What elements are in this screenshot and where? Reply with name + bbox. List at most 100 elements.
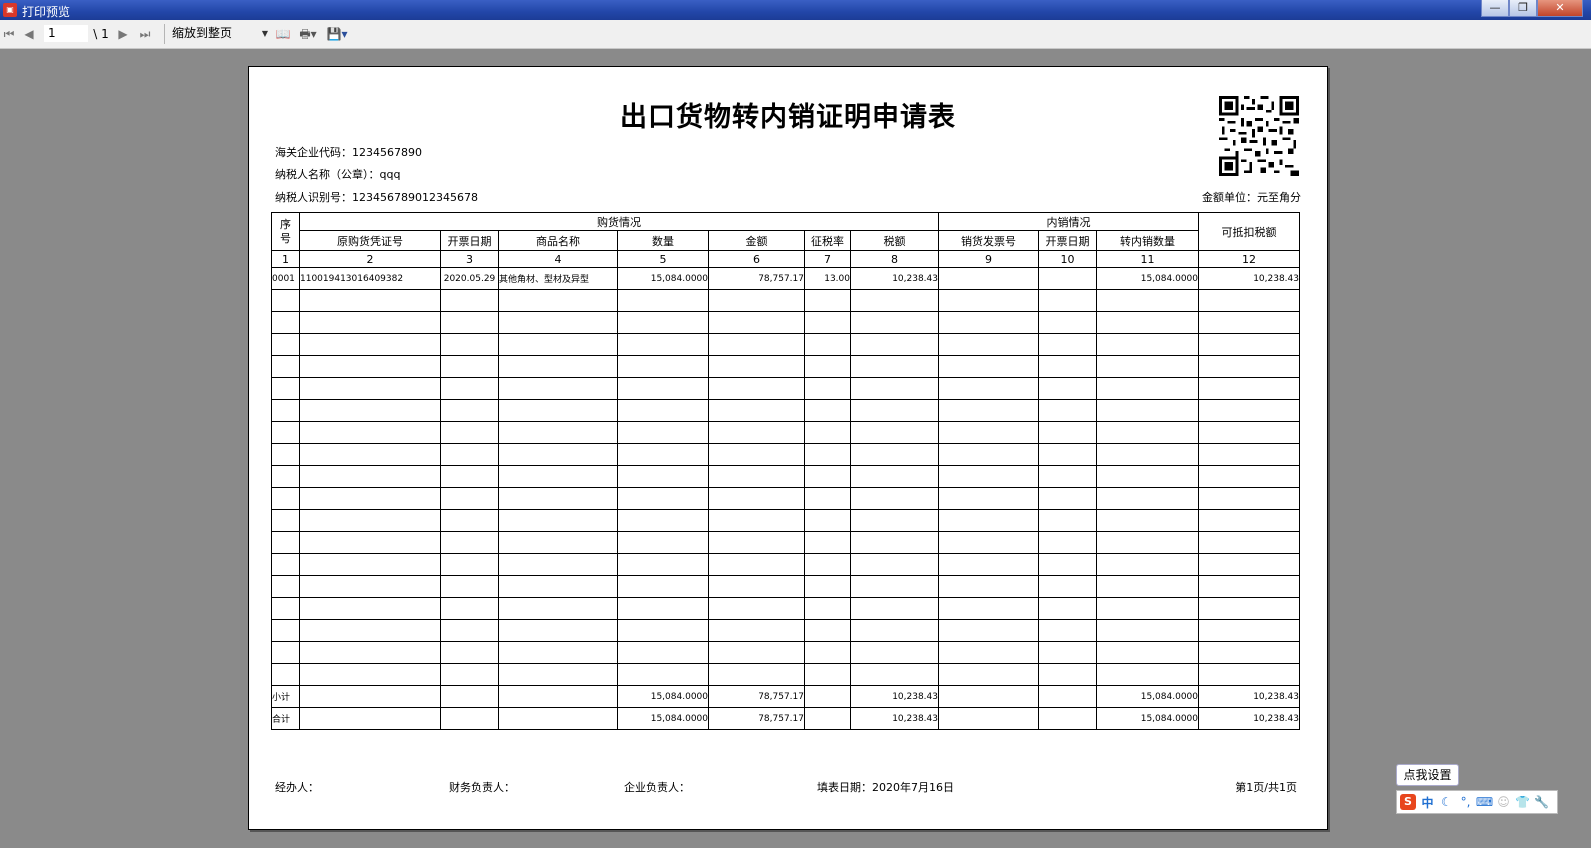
table-cell bbox=[617, 443, 709, 466]
table-cell bbox=[299, 399, 441, 422]
table-cell bbox=[938, 509, 1039, 532]
first-page-icon[interactable]: ⏮ bbox=[2, 25, 16, 43]
table-cell bbox=[1038, 377, 1097, 400]
table-cell bbox=[850, 531, 939, 554]
table-cell bbox=[498, 531, 618, 554]
table-cell bbox=[938, 707, 1039, 730]
ime-settings-tooltip[interactable]: 点我设置 bbox=[1396, 764, 1459, 786]
table-cell bbox=[804, 619, 851, 642]
table-cell bbox=[938, 597, 1039, 620]
table-cell bbox=[804, 575, 851, 598]
keyboard-icon[interactable]: ⌨ bbox=[1475, 795, 1494, 809]
table-cell bbox=[299, 663, 441, 686]
manager-label: 企业负责人： bbox=[624, 781, 690, 794]
table-row-empty bbox=[271, 597, 1300, 620]
page-number-input[interactable]: 1 bbox=[44, 25, 88, 42]
table-cell bbox=[617, 377, 709, 400]
user-icon[interactable]: ☺ bbox=[1494, 795, 1513, 809]
table-cell bbox=[1096, 289, 1199, 312]
punctuation-icon[interactable]: °, bbox=[1456, 795, 1475, 809]
table-cell bbox=[271, 509, 300, 532]
table-cell bbox=[299, 421, 441, 444]
minimize-button[interactable]: — bbox=[1481, 0, 1509, 17]
table-cell bbox=[1096, 619, 1199, 642]
restore-button[interactable]: ❐ bbox=[1509, 0, 1537, 17]
book-icon[interactable]: 📖 bbox=[274, 25, 292, 43]
table-cell bbox=[617, 575, 709, 598]
table-row-empty bbox=[271, 487, 1300, 510]
table-cell bbox=[617, 399, 709, 422]
table-cell bbox=[1096, 531, 1199, 554]
table-cell bbox=[617, 553, 709, 576]
table-cell bbox=[1096, 465, 1199, 488]
table-row-empty bbox=[271, 619, 1300, 642]
ime-logo-icon[interactable]: S bbox=[1400, 794, 1416, 810]
table-cell bbox=[271, 465, 300, 488]
table-row-empty bbox=[271, 399, 1300, 422]
page-title: 出口货物转内销证明申请表 bbox=[620, 102, 956, 133]
table-cell bbox=[1198, 597, 1300, 620]
table-cell bbox=[498, 509, 618, 532]
table-cell bbox=[271, 443, 300, 466]
table-cell bbox=[708, 663, 805, 686]
column-header: 销货发票号 bbox=[938, 230, 1039, 251]
table-cell bbox=[804, 311, 851, 334]
table-cell bbox=[1198, 289, 1300, 312]
table-cell bbox=[299, 641, 441, 664]
moon-icon[interactable]: ☾ bbox=[1437, 795, 1456, 809]
last-page-icon[interactable]: ⏭ bbox=[138, 25, 152, 43]
table-cell bbox=[498, 641, 618, 664]
column-index: 1 bbox=[271, 250, 300, 268]
ime-toolbar: S 中 ☾ °, ⌨ ☺ 👕 🔧 bbox=[1396, 790, 1558, 814]
close-button[interactable]: ✕ bbox=[1537, 0, 1583, 17]
table-cell bbox=[850, 663, 939, 686]
table-cell bbox=[938, 333, 1039, 356]
table-row-empty bbox=[271, 311, 1300, 334]
table-cell bbox=[804, 509, 851, 532]
table-cell bbox=[850, 509, 939, 532]
table-cell bbox=[617, 597, 709, 620]
table-cell: 2020.05.29 bbox=[440, 267, 499, 290]
table-cell bbox=[299, 597, 441, 620]
column-index: 5 bbox=[617, 250, 709, 268]
table-cell bbox=[498, 311, 618, 334]
printer-icon[interactable]: 🖶▾ bbox=[296, 25, 320, 43]
table-cell bbox=[299, 509, 441, 532]
prev-page-icon[interactable]: ◀ bbox=[22, 25, 36, 43]
zoom-select[interactable]: 缩放到整页 ▼ bbox=[172, 25, 268, 42]
table-row-empty bbox=[271, 663, 1300, 686]
save-icon[interactable]: 💾▾ bbox=[325, 25, 349, 43]
table-cell: 15,084.0000 bbox=[617, 685, 709, 708]
table-cell bbox=[1038, 509, 1097, 532]
column-index: 4 bbox=[498, 250, 618, 268]
subtotal-row: 小计 15,084.0000 78,757.17 10,238.43 15,084.00… bbox=[271, 685, 1300, 708]
table-cell bbox=[850, 355, 939, 378]
column-index: 7 bbox=[804, 250, 851, 268]
table-cell bbox=[1096, 509, 1199, 532]
table-cell bbox=[440, 465, 499, 488]
table-cell bbox=[440, 531, 499, 554]
table-cell bbox=[708, 377, 805, 400]
next-page-icon[interactable]: ▶ bbox=[116, 25, 130, 43]
table-cell: 78,757.17 bbox=[708, 267, 805, 290]
shirt-icon[interactable]: 👕 bbox=[1513, 795, 1532, 809]
table-cell bbox=[1038, 399, 1097, 422]
sales-group-header: 内销情况 bbox=[938, 212, 1199, 231]
ime-mode-toggle[interactable]: 中 bbox=[1418, 794, 1437, 811]
amount-unit: 金额单位：元至角分 bbox=[1202, 191, 1301, 204]
column-header: 开票日期 bbox=[440, 230, 499, 251]
column-index: 12 bbox=[1198, 250, 1300, 268]
column-index-row: 1 2 3 4 5 6 7 8 9 10 11 12 bbox=[271, 250, 1300, 268]
table-cell bbox=[271, 487, 300, 510]
table-cell: 15,084.0000 bbox=[1096, 267, 1199, 290]
wrench-icon[interactable]: 🔧 bbox=[1532, 795, 1551, 809]
table-row-empty bbox=[271, 289, 1300, 312]
window-titlebar: ▣ 打印预览 — ❐ ✕ bbox=[0, 0, 1591, 20]
column-header: 征税率 bbox=[804, 230, 851, 251]
table-cell bbox=[938, 487, 1039, 510]
table-header-group-row: 序 号 购货情况 内销情况 可抵扣税额 bbox=[271, 212, 1300, 251]
table-cell bbox=[271, 575, 300, 598]
app-icon[interactable]: ▣ bbox=[3, 3, 17, 17]
table-cell bbox=[938, 267, 1039, 290]
table-cell bbox=[1038, 575, 1097, 598]
